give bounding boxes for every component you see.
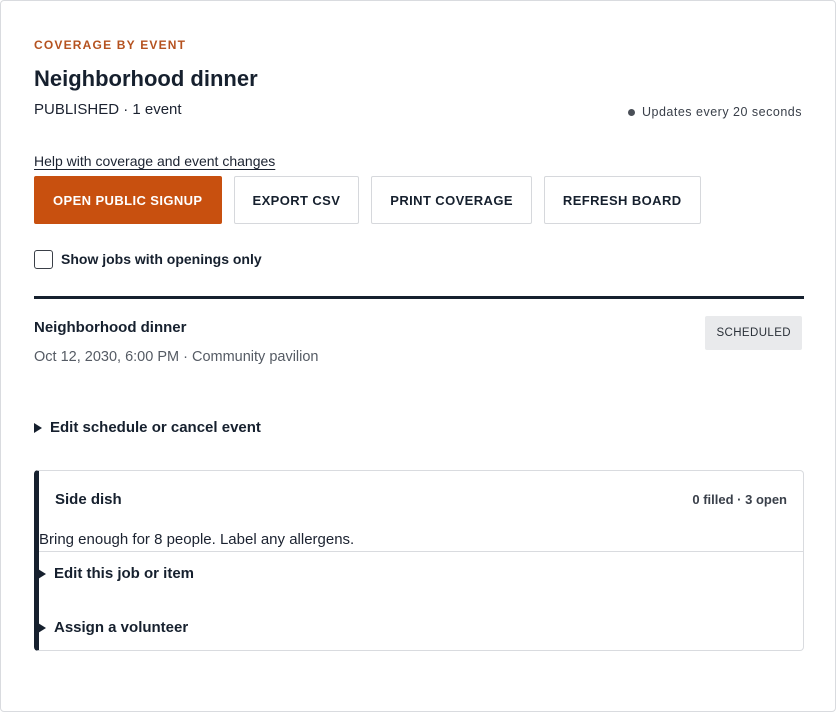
status-badge: SCHEDULED (705, 316, 802, 350)
job-title: Side dish (55, 491, 122, 508)
assign-volunteer-disclosure[interactable]: Assign a volunteer (38, 619, 188, 636)
update-status: Updates every 20 seconds (627, 105, 802, 119)
edit-job-label: Edit this job or item (54, 565, 195, 582)
edit-job-disclosure[interactable]: Edit this job or item (38, 565, 194, 582)
openings-only-filter[interactable]: Show jobs with openings only (34, 248, 262, 269)
page-title: Neighborhood dinner (34, 66, 258, 91)
export-csv-button[interactable]: EXPORT CSV (233, 176, 360, 224)
event-name: Neighborhood dinner (34, 319, 187, 336)
coverage-card: COVERAGE BY EVENT Neighborhood dinner PU… (0, 0, 836, 712)
update-status-text: Updates every 20 seconds (641, 105, 802, 119)
disclosure-triangle-icon (38, 568, 46, 579)
job-card: Side dish 0 filled · 3 open Bring enough… (34, 470, 804, 651)
disclosure-triangle-icon (34, 422, 42, 433)
refresh-board-button[interactable]: REFRESH BOARD (543, 176, 701, 224)
job-divider (39, 551, 803, 552)
open-public-signup-button[interactable]: OPEN PUBLIC SIGNUP (34, 176, 222, 224)
job-fill-count: 0 filled · 3 open (692, 492, 787, 507)
print-coverage-button[interactable]: PRINT COVERAGE (371, 176, 532, 224)
toolbar: OPEN PUBLIC SIGNUP EXPORT CSV PRINT COVE… (34, 176, 701, 224)
edit-event-disclosure[interactable]: Edit schedule or cancel event (34, 419, 261, 436)
section-divider (34, 296, 804, 299)
help-link[interactable]: Help with coverage and event changes (34, 153, 275, 169)
edit-event-label: Edit schedule or cancel event (50, 419, 261, 436)
status-dot-icon (627, 108, 635, 116)
openings-only-checkbox[interactable] (34, 250, 53, 269)
section-eyebrow: COVERAGE BY EVENT (34, 38, 187, 52)
page-subtitle: PUBLISHED · 1 event (34, 101, 182, 118)
event-meta: Oct 12, 2030, 6:00 PM · Community pavili… (34, 349, 319, 365)
openings-only-label: Show jobs with openings only (61, 250, 262, 267)
disclosure-triangle-icon (38, 622, 46, 633)
job-description: Bring enough for 8 people. Label any all… (39, 531, 355, 548)
assign-volunteer-label: Assign a volunteer (54, 619, 189, 636)
